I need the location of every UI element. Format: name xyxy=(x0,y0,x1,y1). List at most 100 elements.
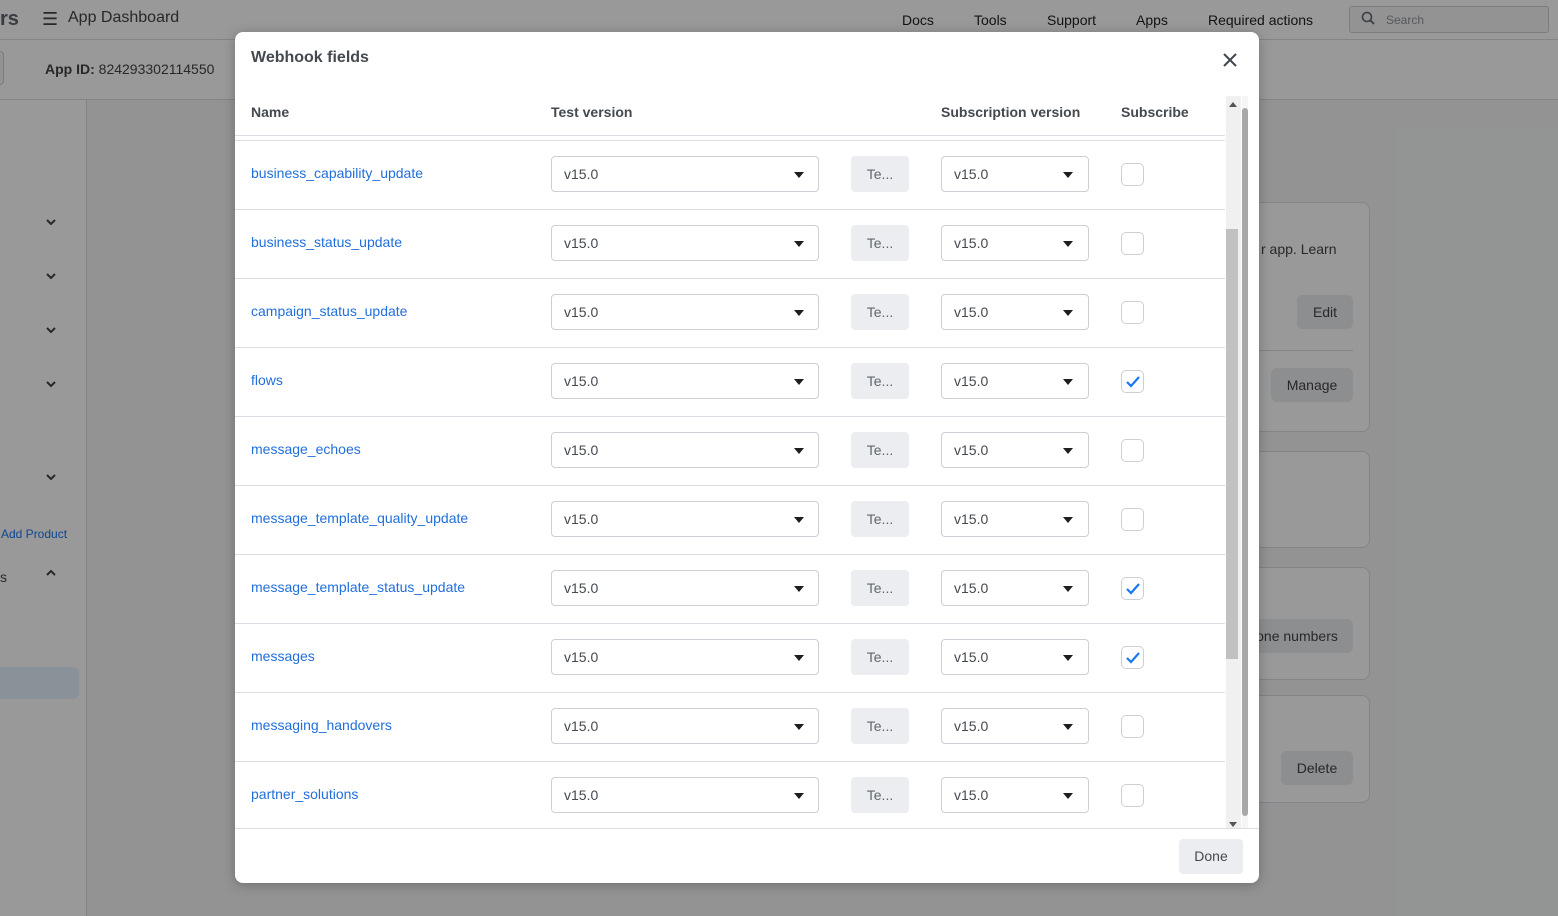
test-version-select[interactable]: v15.0 xyxy=(551,294,819,330)
test-version-select[interactable]: v15.0 xyxy=(551,432,819,468)
subscription-version-select[interactable]: v15.0 xyxy=(941,501,1089,537)
caret-down-icon xyxy=(794,517,804,523)
caret-down-icon xyxy=(1063,379,1073,385)
test-version-value: v15.0 xyxy=(564,304,599,320)
table-header: Name Test version Subscription version S… xyxy=(235,96,1225,136)
table-row: message_template_quality_update v15.0 Te..… xyxy=(235,485,1225,554)
done-button[interactable]: Done xyxy=(1179,839,1243,874)
test-button[interactable]: Te... xyxy=(851,570,909,606)
caret-down-icon xyxy=(1063,310,1073,316)
test-version-value: v15.0 xyxy=(564,649,599,665)
caret-down-icon xyxy=(794,655,804,661)
test-button[interactable]: Te... xyxy=(851,708,909,744)
table-row: campaign_status_update v15.0 Te... v15.0 xyxy=(235,278,1225,347)
subscribe-checkbox[interactable] xyxy=(1121,232,1144,255)
caret-down-icon xyxy=(1063,586,1073,592)
test-version-value: v15.0 xyxy=(564,235,599,251)
subscribe-checkbox[interactable] xyxy=(1121,301,1144,324)
test-version-select[interactable]: v15.0 xyxy=(551,225,819,261)
subscribe-checkbox[interactable] xyxy=(1121,715,1144,738)
subscribe-checkbox[interactable] xyxy=(1121,439,1144,462)
test-version-select[interactable]: v15.0 xyxy=(551,501,819,537)
test-button[interactable]: Te... xyxy=(851,639,909,675)
checkmark-icon xyxy=(1126,583,1140,595)
caret-down-icon xyxy=(1063,517,1073,523)
field-name-link[interactable]: messaging_handovers xyxy=(251,717,392,733)
table-row: business_status_update v15.0 Te... v15.0 xyxy=(235,209,1225,278)
checkmark-icon xyxy=(1126,652,1140,664)
test-button[interactable]: Te... xyxy=(851,777,909,813)
caret-down-icon xyxy=(1063,241,1073,247)
field-name-link[interactable]: business_capability_update xyxy=(251,165,423,181)
caret-down-icon xyxy=(794,724,804,730)
subscribe-checkbox[interactable] xyxy=(1121,577,1144,600)
caret-down-icon xyxy=(794,172,804,178)
column-header-subscription-version: Subscription version xyxy=(941,104,1081,120)
subscription-version-value: v15.0 xyxy=(954,580,989,596)
test-button[interactable]: Te... xyxy=(851,501,909,537)
test-button[interactable]: Te... xyxy=(851,156,909,192)
subscription-version-value: v15.0 xyxy=(954,166,989,182)
subscription-version-value: v15.0 xyxy=(954,235,989,251)
subscribe-checkbox[interactable] xyxy=(1121,163,1144,186)
test-version-select[interactable]: v15.0 xyxy=(551,570,819,606)
caret-down-icon xyxy=(794,793,804,799)
subscription-version-select[interactable]: v15.0 xyxy=(941,708,1089,744)
field-name-link[interactable]: campaign_status_update xyxy=(251,303,407,319)
subscription-version-select[interactable]: v15.0 xyxy=(941,294,1089,330)
column-header-name: Name xyxy=(251,104,290,120)
scrollbar-thumb[interactable] xyxy=(1226,229,1238,659)
subscription-version-select[interactable]: v15.0 xyxy=(941,570,1089,606)
table-row: message_template_status_update v15.0 Te...… xyxy=(235,554,1225,623)
test-version-select[interactable]: v15.0 xyxy=(551,708,819,744)
test-button[interactable]: Te... xyxy=(851,294,909,330)
subscribe-checkbox[interactable] xyxy=(1121,370,1144,393)
test-version-select[interactable]: v15.0 xyxy=(551,363,819,399)
subscribe-checkbox[interactable] xyxy=(1121,784,1144,807)
field-name-link[interactable]: message_template_status_update xyxy=(251,579,465,595)
test-version-select[interactable]: v15.0 xyxy=(551,639,819,675)
table-row: business_capability_update v15.0 Te... v15.… xyxy=(235,140,1225,209)
dialog-footer: Done xyxy=(235,828,1259,883)
subscription-version-select[interactable]: v15.0 xyxy=(941,156,1089,192)
webhook-fields-dialog: Webhook fields Name Test version Subscri… xyxy=(235,32,1259,883)
field-name-link[interactable]: flows xyxy=(251,372,283,388)
field-name-link[interactable]: message_template_quality_update xyxy=(251,510,468,526)
column-header-test-version: Test version xyxy=(551,104,633,120)
webhook-fields-table: Name Test version Subscription version S… xyxy=(235,96,1225,828)
test-button[interactable]: Te... xyxy=(851,363,909,399)
subscription-version-value: v15.0 xyxy=(954,649,989,665)
subscription-version-select[interactable]: v15.0 xyxy=(941,363,1089,399)
test-version-select[interactable]: v15.0 xyxy=(551,777,819,813)
scrollbar[interactable] xyxy=(1226,96,1248,828)
test-version-value: v15.0 xyxy=(564,373,599,389)
test-version-value: v15.0 xyxy=(564,511,599,527)
subscription-version-select[interactable]: v15.0 xyxy=(941,432,1089,468)
subscription-version-select[interactable]: v15.0 xyxy=(941,225,1089,261)
subscribe-checkbox[interactable] xyxy=(1121,646,1144,669)
field-name-link[interactable]: business_status_update xyxy=(251,234,402,250)
test-button[interactable]: Te... xyxy=(851,225,909,261)
test-button[interactable]: Te... xyxy=(851,432,909,468)
caret-down-icon xyxy=(1063,655,1073,661)
test-version-select[interactable]: v15.0 xyxy=(551,156,819,192)
test-version-value: v15.0 xyxy=(564,580,599,596)
caret-down-icon xyxy=(1063,448,1073,454)
test-version-value: v15.0 xyxy=(564,166,599,182)
outer-scrollbar-thumb[interactable] xyxy=(1242,108,1248,816)
subscription-version-select[interactable]: v15.0 xyxy=(941,639,1089,675)
table-row: message_echoes v15.0 Te... v15.0 xyxy=(235,416,1225,485)
subscription-version-select[interactable]: v15.0 xyxy=(941,777,1089,813)
caret-down-icon xyxy=(1063,793,1073,799)
test-version-value: v15.0 xyxy=(564,787,599,803)
close-icon[interactable] xyxy=(1219,49,1241,71)
field-name-link[interactable]: message_echoes xyxy=(251,441,361,457)
table-body: business_capability_update v15.0 Te... v15.… xyxy=(235,140,1225,828)
subscribe-checkbox[interactable] xyxy=(1121,508,1144,531)
field-name-link[interactable]: messages xyxy=(251,648,315,664)
field-name-link[interactable]: partner_solutions xyxy=(251,786,358,802)
scroll-down-arrow-icon[interactable] xyxy=(1229,822,1237,827)
table-row: messaging_handovers v15.0 Te... v15.0 xyxy=(235,692,1225,761)
scroll-up-arrow-icon[interactable] xyxy=(1229,102,1237,107)
column-header-subscribe: Subscribe xyxy=(1121,104,1189,120)
